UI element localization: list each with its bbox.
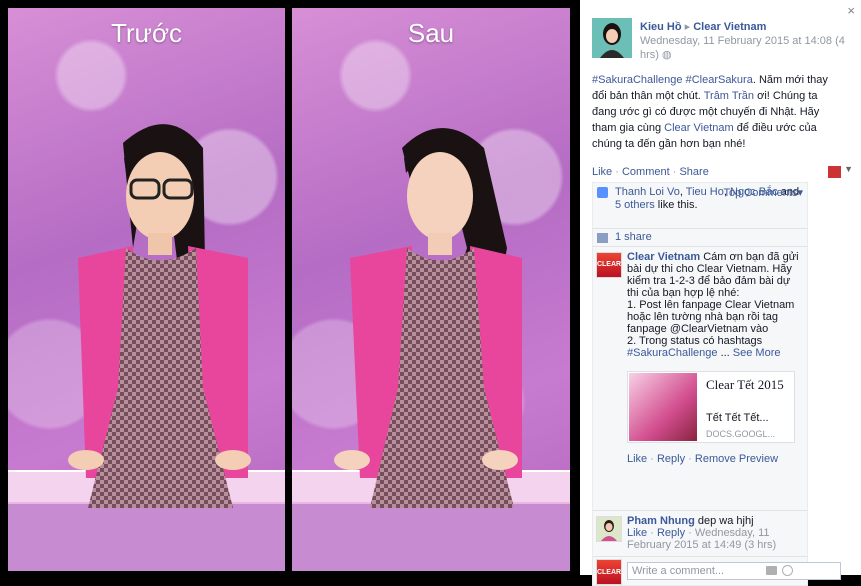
girl-before-figure: [68, 124, 251, 508]
page-avatar-icon[interactable]: [828, 166, 841, 178]
comment-text: 1. Post lên fanpage Clear Vietnam hoặc l…: [627, 299, 795, 335]
post-sidebar: × Kieu Hồ ▸ Clear Vietnam Wednesday, 11 …: [580, 0, 861, 586]
commenter-name[interactable]: Clear Vietnam: [627, 251, 700, 263]
liker-link[interactable]: Tieu Ho: [686, 186, 724, 198]
comment-button[interactable]: Comment: [622, 166, 670, 178]
preview-thumbnail: [629, 373, 697, 441]
after-label: Sau: [407, 18, 455, 48]
separator: ·: [615, 166, 619, 178]
before-photo: Trước: [8, 8, 285, 571]
comment-reply-button[interactable]: Reply: [657, 527, 685, 539]
thumbs-up-icon: [597, 187, 608, 198]
link-preview[interactable]: Clear Tết 2015 Tết Tết Tết... DOCS.GOOGL…: [627, 371, 795, 443]
emoji-icon[interactable]: [782, 565, 793, 576]
commenter-avatar[interactable]: CLEAR: [596, 252, 622, 278]
comment-like-button[interactable]: Like: [627, 527, 647, 539]
top-comments-dropdown[interactable]: Top Comments▾: [723, 187, 803, 200]
share-icon: [597, 233, 608, 243]
hashtag-link[interactable]: #SakuraChallenge: [592, 74, 683, 86]
commenter-avatar[interactable]: [596, 516, 622, 542]
chevron-down-icon[interactable]: ▼: [844, 164, 853, 174]
page-link[interactable]: Clear Vietnam: [664, 122, 734, 134]
share-button[interactable]: Share: [679, 166, 708, 178]
after-photo: Sau: [292, 8, 570, 571]
clear-logo-icon: CLEAR: [597, 253, 621, 277]
girl-after-figure: [334, 128, 522, 508]
comment-item: Pham Nhung dep wa hjhj Like · Reply · We…: [593, 511, 807, 557]
preview-domain: DOCS.GOOGL...: [706, 429, 776, 439]
author-name-link[interactable]: Kieu Hồ: [640, 21, 682, 33]
remove-preview-button[interactable]: Remove Preview: [695, 453, 778, 465]
post-actions: Like · Comment · Share: [592, 166, 842, 178]
others-link[interactable]: 5 others: [615, 199, 655, 211]
arrow-right-icon: ▸: [684, 21, 691, 33]
comment-like-button[interactable]: Like: [627, 453, 647, 465]
comment-composer: CLEAR Write a comment...: [593, 557, 841, 585]
separator: ·: [672, 166, 677, 178]
clear-logo-icon: CLEAR: [597, 560, 621, 584]
see-more-link[interactable]: See More: [733, 347, 781, 359]
comment-reply-button[interactable]: Reply: [657, 453, 685, 465]
photo-viewer[interactable]: Trước Sau: [0, 0, 580, 575]
mention-link[interactable]: Trâm Trần: [704, 90, 754, 102]
preview-title: Clear Tết 2015: [706, 377, 784, 392]
comment-text: 2. Trong status có hashtags: [627, 335, 763, 347]
author-avatar[interactable]: [592, 18, 632, 58]
viewer-avatar: CLEAR: [596, 559, 622, 585]
comment-item: CLEAR Clear Vietnam Cám ơn bạn đã gửi bà…: [593, 247, 807, 511]
shares-row: 1 share: [593, 229, 807, 247]
likes-summary: Thanh Loi Vo, Tieu Ho, Ngọc Bắc and 5 ot…: [593, 183, 807, 229]
shares-link[interactable]: 1 share: [615, 231, 652, 243]
likes-suffix: like this.: [654, 199, 698, 211]
comment-input[interactable]: Write a comment...: [627, 562, 841, 580]
liker-link[interactable]: Thanh Loi Vo: [615, 186, 680, 198]
feedback-box: Thanh Loi Vo, Tieu Ho, Ngọc Bắc and 5 ot…: [592, 182, 841, 586]
preview-description: Tết Tết Tết...: [706, 412, 769, 424]
commenter-name[interactable]: Pham Nhung: [627, 515, 695, 527]
privacy-globe-icon: ◍: [662, 49, 672, 61]
comment-text: dep wa hjhj: [694, 515, 754, 527]
ellipsis: ...: [717, 347, 733, 359]
like-button[interactable]: Like: [592, 166, 612, 178]
page-name-link[interactable]: Clear Vietnam: [693, 21, 766, 33]
camera-icon[interactable]: [766, 566, 777, 575]
hashtag-link[interactable]: #SakuraChallenge: [627, 347, 718, 359]
post-body: #SakuraChallenge #ClearSakura. Năm mới t…: [592, 72, 842, 152]
hashtag-link[interactable]: #ClearSakura: [686, 74, 753, 86]
close-icon[interactable]: ×: [847, 3, 855, 18]
post-header-text: Kieu Hồ ▸ Clear Vietnam Wednesday, 11 Fe…: [640, 20, 850, 62]
before-label: Trước: [110, 18, 183, 48]
comment-actions: Like · Reply · Remove Preview: [627, 453, 779, 465]
